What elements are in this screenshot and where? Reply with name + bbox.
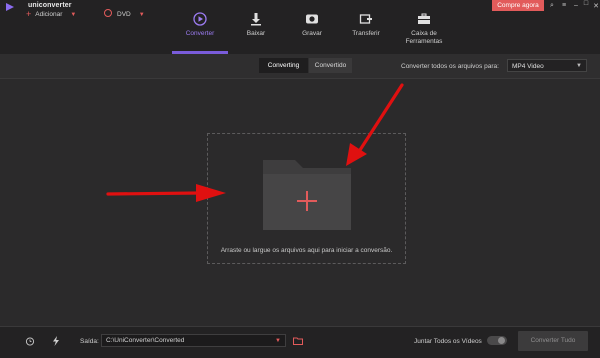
tab-download[interactable]: Baixar [226, 12, 286, 38]
add-files-button[interactable]: + Adicionar ▼ [26, 8, 76, 19]
lightning-icon[interactable] [51, 336, 61, 346]
chevron-down-icon: ▼ [576, 63, 582, 69]
record-icon [306, 14, 318, 24]
minimize-icon[interactable]: – [572, 2, 580, 9]
close-icon[interactable]: ✕ [592, 2, 600, 10]
tab-record-label: Gravar [302, 30, 322, 37]
output-path-field[interactable]: C:\UniConverter\Converted ▼ [101, 334, 286, 347]
output-format-value: MP4 Video [512, 63, 544, 70]
convert-all-button[interactable]: Converter Tudo [518, 331, 588, 351]
buy-now-button[interactable]: Compre agora [492, 0, 544, 11]
tab-toolbox-label: Caixa de Ferramentas [405, 30, 443, 45]
open-folder-icon[interactable] [293, 336, 303, 346]
tab-transfer[interactable]: Transferir [336, 12, 396, 38]
tab-toolbox[interactable]: Caixa de Ferramentas [394, 12, 454, 46]
toolbox-icon [418, 13, 430, 24]
output-label: Saída: [80, 338, 99, 345]
play-circle-icon [193, 12, 207, 26]
chevron-down-icon[interactable]: ▼ [70, 12, 76, 18]
alarm-clock-icon[interactable] [25, 336, 35, 346]
app-logo-icon [6, 3, 14, 11]
dvd-button[interactable]: DVD ▼ [104, 8, 145, 18]
tab-transfer-label: Transferir [352, 30, 380, 37]
search-icon[interactable]: ⌕ [548, 2, 556, 10]
tab-record[interactable]: Gravar [282, 12, 342, 38]
convert-all-to-label: Converter todos os arquivos para: [401, 63, 499, 70]
output-path-value: C:\UniConverter\Converted [106, 337, 185, 344]
drop-hint-text: Arraste ou largue os arquivos aqui para … [220, 247, 393, 254]
merge-videos-label: Juntar Todos os Vídeos [414, 338, 482, 345]
tab-converting[interactable]: Converting [259, 58, 308, 73]
tab-download-label: Baixar [246, 30, 266, 37]
transfer-icon [359, 14, 372, 24]
menu-icon[interactable]: ≡ [560, 2, 568, 9]
dvd-label: DVD [117, 11, 131, 18]
add-files-label: Adicionar [35, 11, 63, 18]
maximize-icon[interactable]: □ [582, 0, 590, 7]
plus-icon: + [26, 9, 32, 19]
merge-videos-toggle[interactable] [487, 336, 507, 345]
output-format-select[interactable]: MP4 Video ▼ [507, 59, 587, 72]
chevron-down-icon[interactable]: ▼ [139, 12, 145, 18]
download-icon [251, 13, 261, 26]
tab-converter-label: Converter [185, 30, 215, 37]
tab-converted[interactable]: Convertido [309, 58, 352, 73]
chevron-down-icon: ▼ [275, 338, 281, 344]
add-folder-icon[interactable] [263, 160, 351, 230]
tab-converter[interactable]: Converter [170, 12, 230, 38]
disc-icon [104, 9, 112, 17]
